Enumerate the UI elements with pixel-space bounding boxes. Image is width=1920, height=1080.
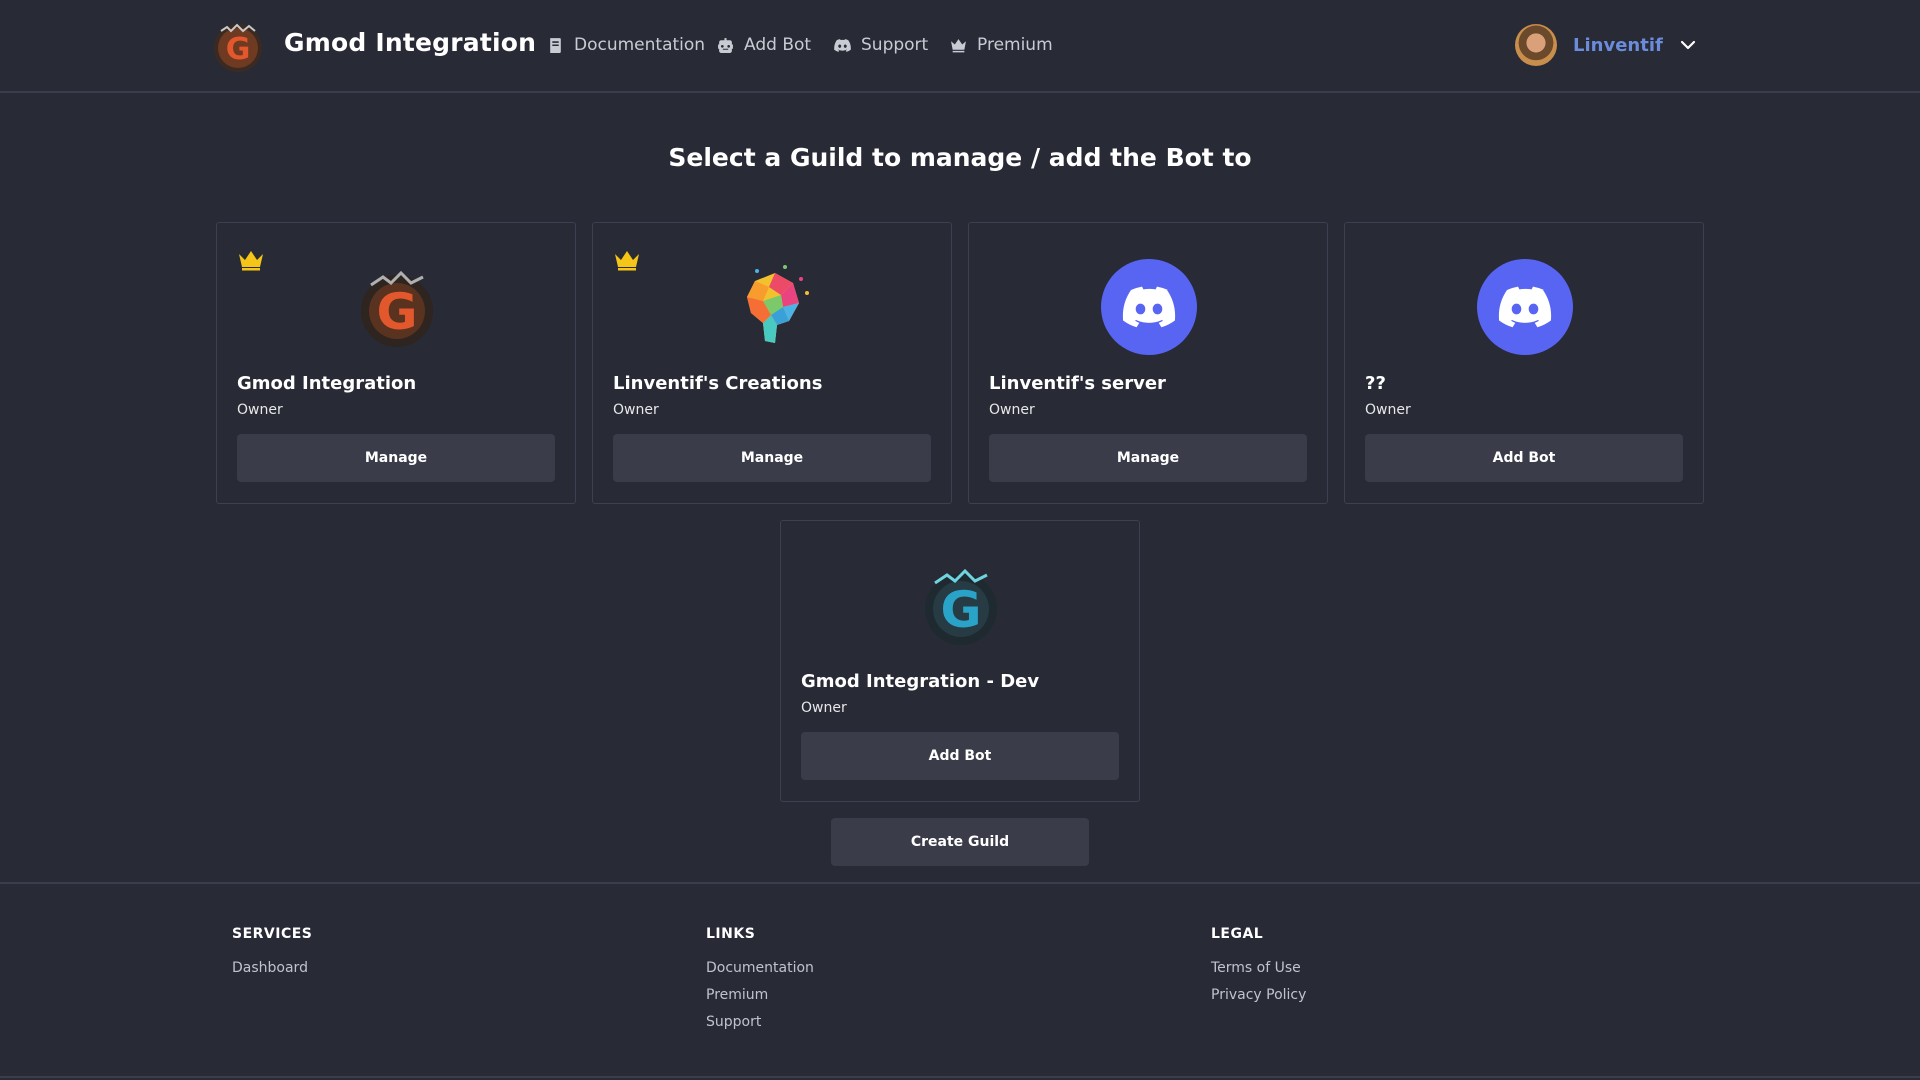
- manage-button[interactable]: Manage: [237, 434, 555, 482]
- chevron-down-icon: [1680, 40, 1695, 50]
- footer-link-documentation[interactable]: Documentation: [706, 960, 814, 976]
- svg-text:G: G: [940, 581, 981, 639]
- discord-logo-icon: [1101, 259, 1197, 355]
- guild-name: Linventif's server: [989, 373, 1166, 394]
- guild-icon: G: [361, 270, 433, 347]
- guild-name: Linventif's Creations: [613, 373, 823, 394]
- footer: SERVICES Dashboard LINKS Documentation P…: [0, 882, 1920, 1080]
- nav-label: Support: [861, 35, 929, 55]
- user-name: Linventif: [1573, 34, 1663, 56]
- guild-card: ?? Owner Add Bot: [1344, 222, 1704, 504]
- gmod-integration-logo[interactable]: G: [211, 19, 265, 73]
- footer-link-premium[interactable]: Premium: [706, 987, 814, 1003]
- guild-name: Gmod Integration: [237, 373, 417, 394]
- guild-role: Owner: [989, 402, 1035, 418]
- footer-heading: LINKS: [706, 926, 756, 942]
- nav-add-bot[interactable]: Add Bot: [717, 35, 811, 55]
- nav-premium[interactable]: Premium: [950, 35, 1053, 55]
- guild-card: Linventif's server Owner Manage: [968, 222, 1328, 504]
- user-menu[interactable]: Linventif: [1515, 24, 1697, 66]
- guild-card: G Gmod Integration - Dev Owner Add Bot: [780, 520, 1140, 802]
- guild-icon: G: [925, 568, 997, 645]
- guild-name: Gmod Integration - Dev: [801, 671, 1040, 692]
- crown-icon: [239, 251, 263, 271]
- nav-label: Documentation: [574, 35, 706, 55]
- guild-role: Owner: [1365, 402, 1411, 418]
- create-guild-button[interactable]: Create Guild: [831, 818, 1089, 866]
- top-navbar: G Gmod Integration Documentation Add Bot…: [0, 0, 1920, 93]
- crown-icon: [615, 251, 639, 271]
- footer-links: LINKS Documentation Premium Support: [706, 926, 814, 1041]
- manage-button[interactable]: Manage: [613, 434, 931, 482]
- footer-heading: LEGAL: [1211, 926, 1264, 942]
- nav-support[interactable]: Support: [834, 35, 928, 55]
- guild-icon: [747, 265, 809, 343]
- book-icon: [550, 37, 561, 53]
- nav-label: Premium: [977, 35, 1053, 55]
- crown-icon: [951, 38, 966, 52]
- manage-button[interactable]: Manage: [989, 434, 1307, 482]
- svg-text:G: G: [376, 283, 417, 341]
- footer-link-privacy[interactable]: Privacy Policy: [1211, 987, 1306, 1003]
- guild-role: Owner: [613, 402, 659, 418]
- footer-link-dashboard[interactable]: Dashboard: [232, 960, 312, 976]
- user-avatar: [1515, 24, 1557, 66]
- footer-legal: LEGAL Terms of Use Privacy Policy: [1211, 926, 1306, 1014]
- robot-icon: [718, 37, 733, 53]
- nav-documentation[interactable]: Documentation: [547, 35, 705, 55]
- footer-heading: SERVICES: [232, 926, 313, 942]
- nav-label: Add Bot: [744, 35, 812, 55]
- guild-name: ??: [1365, 373, 1386, 394]
- guild-card: G Gmod Integration Owner Manage: [216, 222, 576, 504]
- discord-logo-icon: [1477, 259, 1573, 355]
- footer-divider: [0, 1076, 1920, 1078]
- footer-link-terms[interactable]: Terms of Use: [1211, 960, 1306, 976]
- add-bot-button[interactable]: Add Bot: [801, 732, 1119, 780]
- page-title: Select a Guild to manage / add the Bot t…: [668, 143, 1252, 172]
- brand-name[interactable]: Gmod Integration: [284, 28, 536, 57]
- add-bot-button[interactable]: Add Bot: [1365, 434, 1683, 482]
- footer-link-support[interactable]: Support: [706, 1014, 814, 1030]
- guild-role: Owner: [237, 402, 283, 418]
- guild-role: Owner: [801, 700, 847, 716]
- footer-services: SERVICES Dashboard: [232, 926, 312, 987]
- svg-text:G: G: [226, 32, 251, 67]
- discord-icon: [834, 38, 851, 52]
- guild-card: Linventif's Creations Owner Manage: [592, 222, 952, 504]
